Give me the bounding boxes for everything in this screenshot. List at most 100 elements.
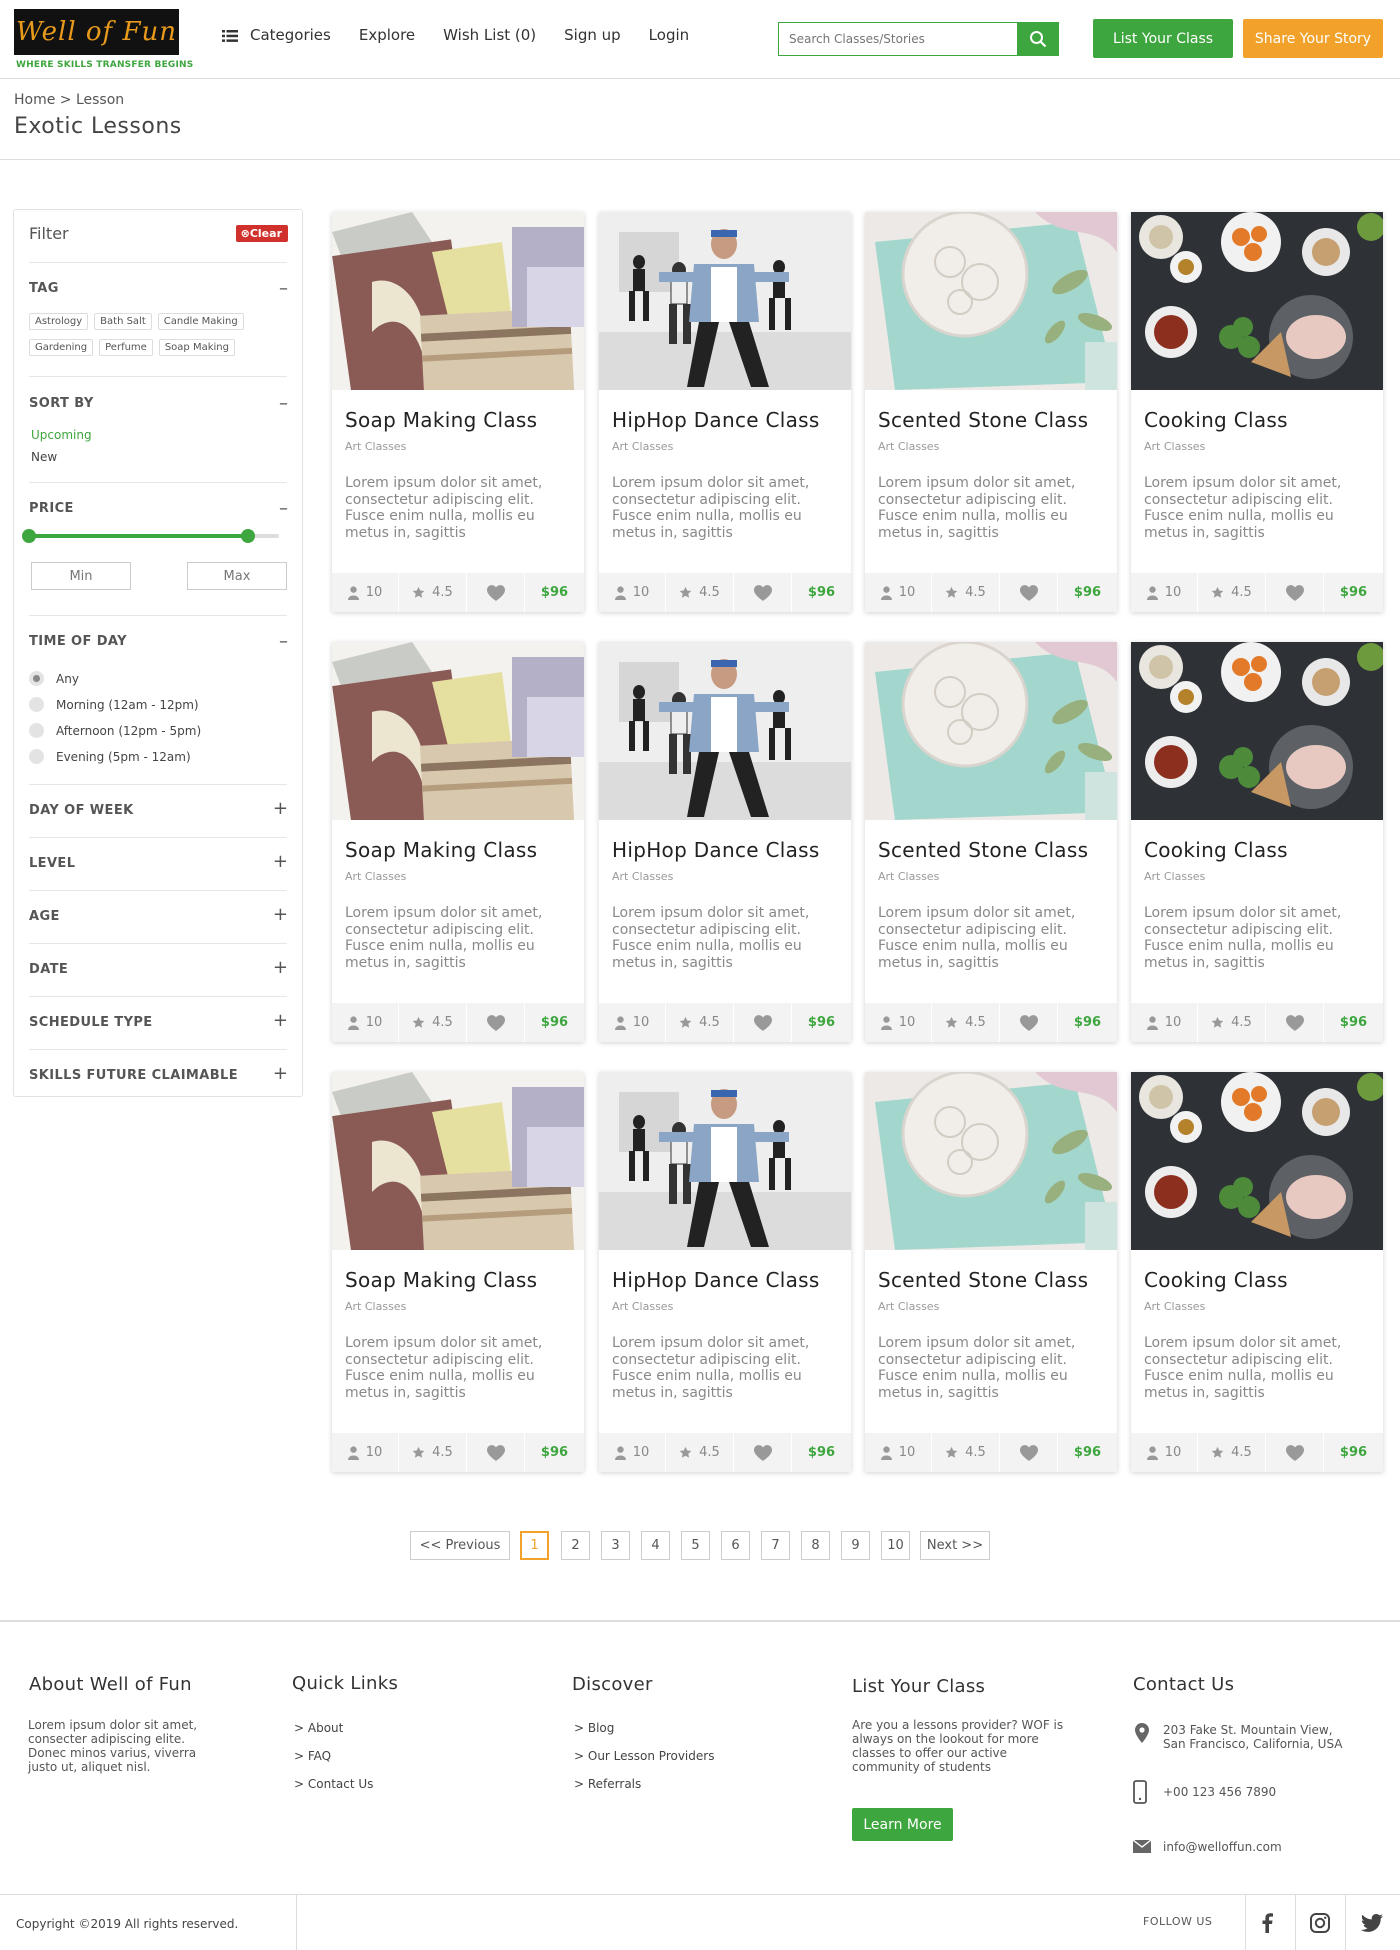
nav-signup[interactable]: Sign up: [564, 26, 621, 44]
price-slider-max-handle[interactable]: [240, 529, 255, 543]
class-title[interactable]: HipHop Dance Class: [612, 408, 820, 432]
class-title[interactable]: Cooking Class: [1144, 408, 1288, 432]
breadcrumb[interactable]: Home > Lesson: [14, 92, 124, 108]
pagination-page[interactable]: 3: [601, 1531, 630, 1560]
wishlist-button[interactable]: [1000, 573, 1058, 612]
expand-icon[interactable]: +: [273, 906, 288, 924]
pagination-page[interactable]: 6: [721, 1531, 750, 1560]
footer-link-contact[interactable]: > Contact Us: [294, 1777, 373, 1791]
price-max-field[interactable]: Max: [187, 562, 287, 590]
class-title[interactable]: Scented Stone Class: [878, 1268, 1088, 1292]
share-your-story-button[interactable]: Share Your Story: [1243, 19, 1383, 58]
pagination-page[interactable]: 1: [520, 1531, 549, 1560]
collapse-icon[interactable]: –: [279, 280, 288, 298]
footer-phone[interactable]: +00 123 456 7890: [1163, 1785, 1276, 1799]
tag-chip[interactable]: Gardening: [29, 339, 94, 356]
day-of-week-section-title[interactable]: DAY OF WEEK: [29, 803, 134, 818]
class-title[interactable]: Soap Making Class: [345, 838, 537, 862]
pagination-page[interactable]: 10: [881, 1531, 910, 1560]
tag-chip[interactable]: Astrology: [29, 313, 89, 330]
time-option-evening[interactable]: Evening (5pm - 12am): [29, 749, 191, 764]
class-card[interactable]: HipHop Dance Class Art Classes Lorem ipsum…: [599, 1072, 851, 1472]
radio-button[interactable]: [29, 697, 44, 712]
date-section-title[interactable]: DATE: [29, 962, 68, 977]
heart-icon[interactable]: [486, 584, 505, 601]
tag-chip[interactable]: Bath Salt: [94, 313, 152, 330]
instagram-icon[interactable]: [1300, 1905, 1340, 1941]
class-image[interactable]: [865, 642, 1117, 820]
class-card[interactable]: Cooking Class Art Classes Lorem ipsum dolo…: [1131, 642, 1383, 1042]
heart-icon[interactable]: [1285, 584, 1304, 601]
class-card[interactable]: Scented Stone Class Art Classes Lorem ipsu…: [865, 212, 1117, 612]
expand-icon[interactable]: +: [273, 1012, 288, 1030]
radio-button[interactable]: [29, 723, 44, 738]
class-image[interactable]: [599, 212, 851, 390]
sort-option-upcoming[interactable]: Upcoming: [31, 428, 92, 442]
facebook-icon[interactable]: [1247, 1905, 1287, 1941]
class-title[interactable]: Cooking Class: [1144, 1268, 1288, 1292]
pagination-page[interactable]: 8: [801, 1531, 830, 1560]
list-your-class-button[interactable]: List Your Class: [1093, 19, 1233, 58]
class-card[interactable]: Cooking Class Art Classes Lorem ipsum dolo…: [1131, 1072, 1383, 1472]
sort-option-new[interactable]: New: [31, 450, 57, 464]
footer-link-about[interactable]: > About: [294, 1721, 343, 1735]
pagination-page[interactable]: 5: [681, 1531, 710, 1560]
heart-icon[interactable]: [486, 1444, 505, 1461]
wishlist-button[interactable]: [734, 1003, 792, 1042]
schedule-type-section-title[interactable]: SCHEDULE TYPE: [29, 1015, 153, 1030]
tag-chip[interactable]: Soap Making: [158, 339, 235, 356]
search-button[interactable]: [1017, 22, 1059, 56]
collapse-icon[interactable]: –: [279, 395, 288, 413]
wishlist-button[interactable]: [1000, 1003, 1058, 1042]
heart-icon[interactable]: [1019, 584, 1038, 601]
collapse-icon[interactable]: –: [279, 500, 288, 518]
wishlist-button[interactable]: [467, 1003, 525, 1042]
nav-login[interactable]: Login: [649, 26, 689, 44]
heart-icon[interactable]: [486, 1014, 505, 1031]
twitter-icon[interactable]: [1352, 1905, 1392, 1941]
price-slider-min-handle[interactable]: [22, 529, 36, 543]
footer-link-blog[interactable]: > Blog: [574, 1721, 614, 1735]
expand-icon[interactable]: +: [273, 959, 288, 977]
class-card[interactable]: HipHop Dance Class Art Classes Lorem ipsum…: [599, 212, 851, 612]
wishlist-button[interactable]: [1266, 1433, 1324, 1472]
nav-wishlist[interactable]: Wish List (0): [443, 26, 536, 44]
wishlist-button[interactable]: [1266, 573, 1324, 612]
pagination-previous[interactable]: << Previous: [410, 1531, 510, 1560]
pagination-page[interactable]: 2: [561, 1531, 590, 1560]
class-title[interactable]: HipHop Dance Class: [612, 1268, 820, 1292]
site-logo[interactable]: Well of Fun: [14, 9, 179, 55]
nav-explore[interactable]: Explore: [359, 26, 415, 44]
nav-categories[interactable]: Categories: [222, 26, 331, 44]
search-input[interactable]: [778, 22, 1018, 56]
class-image[interactable]: [599, 642, 851, 820]
class-image[interactable]: [332, 212, 584, 390]
pagination-page[interactable]: 7: [761, 1531, 790, 1560]
radio-button[interactable]: [29, 749, 44, 764]
wishlist-button[interactable]: [1266, 1003, 1324, 1042]
pagination-next[interactable]: Next >>: [920, 1531, 990, 1560]
class-title[interactable]: Soap Making Class: [345, 1268, 537, 1292]
class-title[interactable]: Scented Stone Class: [878, 838, 1088, 862]
heart-icon[interactable]: [1019, 1444, 1038, 1461]
heart-icon[interactable]: [1285, 1444, 1304, 1461]
time-option-afternoon[interactable]: Afternoon (12pm - 5pm): [29, 723, 201, 738]
wishlist-button[interactable]: [734, 573, 792, 612]
class-title[interactable]: Soap Making Class: [345, 408, 537, 432]
class-title[interactable]: HipHop Dance Class: [612, 838, 820, 862]
class-card[interactable]: HipHop Dance Class Art Classes Lorem ipsum…: [599, 642, 851, 1042]
class-card[interactable]: Scented Stone Class Art Classes Lorem ipsu…: [865, 1072, 1117, 1472]
time-section-title[interactable]: TIME OF DAY: [29, 634, 127, 649]
price-min-field[interactable]: Min: [31, 562, 131, 590]
wishlist-button[interactable]: [1000, 1433, 1058, 1472]
class-image[interactable]: [1131, 212, 1383, 390]
heart-icon[interactable]: [753, 1444, 772, 1461]
class-card[interactable]: Soap Making Class Art Classes Lorem ipsum …: [332, 642, 584, 1042]
class-image[interactable]: [865, 1072, 1117, 1250]
price-slider[interactable]: [22, 529, 279, 543]
pagination-page[interactable]: 4: [641, 1531, 670, 1560]
wishlist-button[interactable]: [734, 1433, 792, 1472]
class-card[interactable]: Scented Stone Class Art Classes Lorem ipsu…: [865, 642, 1117, 1042]
class-image[interactable]: [1131, 642, 1383, 820]
footer-link-faq[interactable]: > FAQ: [294, 1749, 331, 1763]
